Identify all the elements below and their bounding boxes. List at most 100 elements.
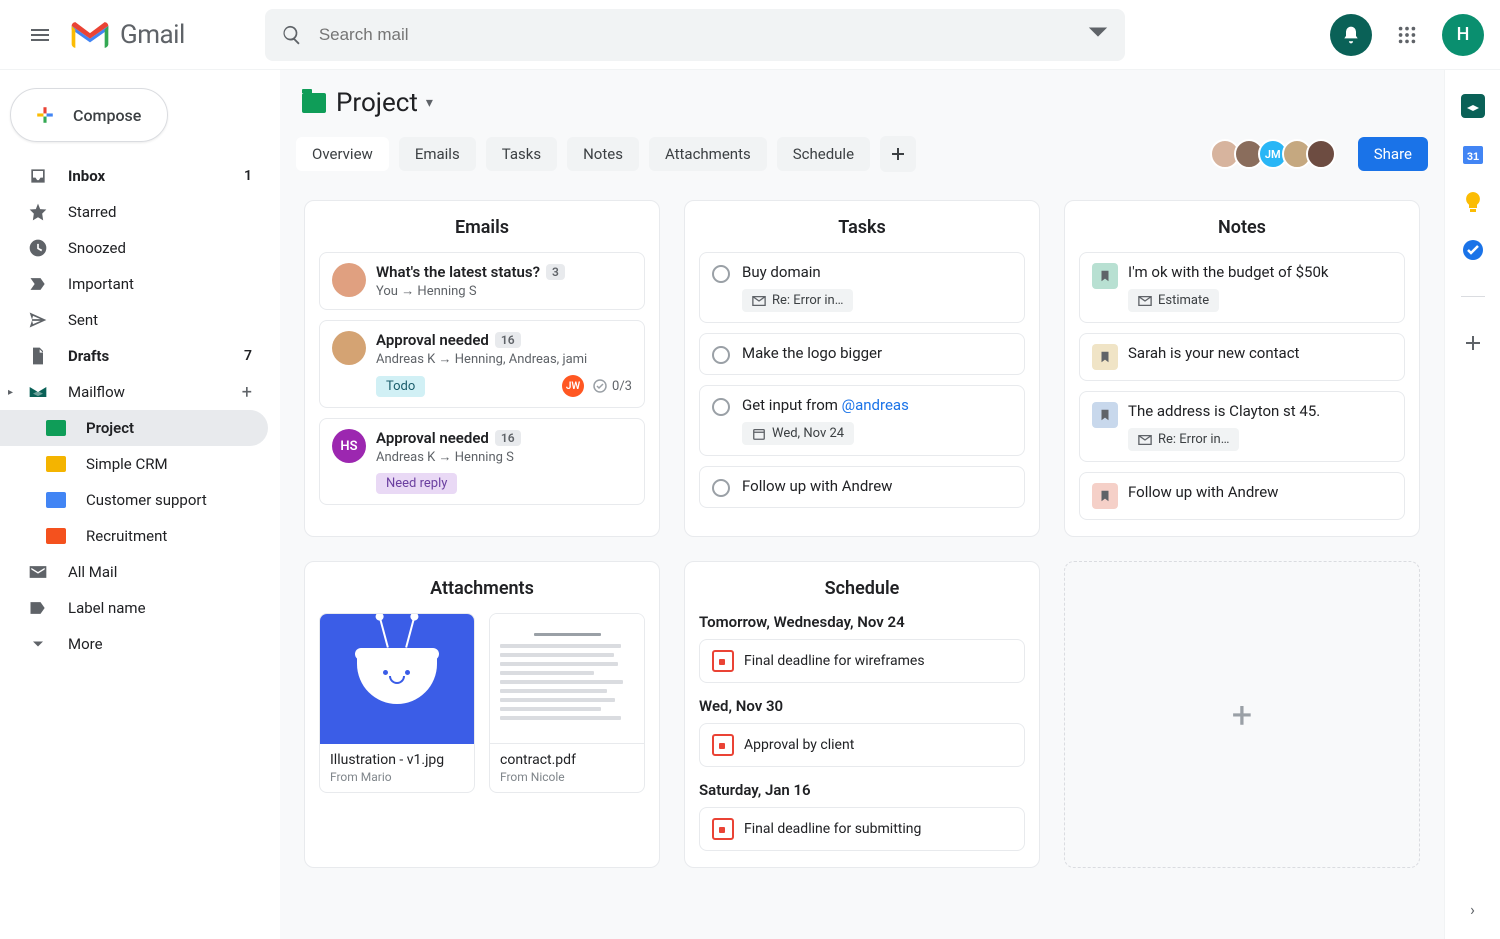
attachment-item[interactable]: Illustration - v1.jpg From Mario xyxy=(319,613,475,793)
checkbox[interactable] xyxy=(712,479,730,497)
schedule-item[interactable]: Approval by client xyxy=(699,723,1025,767)
tabs: Overview Emails Tasks Notes Attachments … xyxy=(296,136,1428,172)
share-button[interactable]: Share xyxy=(1358,137,1428,171)
account-avatar[interactable]: H xyxy=(1442,14,1484,56)
star-icon xyxy=(28,202,50,222)
send-icon xyxy=(28,310,50,330)
plus-icon xyxy=(31,101,59,129)
attachment-item[interactable]: contract.pdf From Nicole xyxy=(489,613,645,793)
calendar-rail-icon[interactable]: 31 xyxy=(1461,142,1485,166)
sidebar-item-drafts[interactable]: Drafts7 xyxy=(0,338,268,374)
sidebar-item-important[interactable]: Important xyxy=(0,266,268,302)
avatar xyxy=(332,263,366,297)
avatar xyxy=(332,331,366,365)
tab-overview[interactable]: Overview xyxy=(296,137,389,171)
sidebar-item-recruitment[interactable]: Recruitment xyxy=(0,518,268,554)
checkbox[interactable] xyxy=(712,265,730,283)
calendar-icon xyxy=(712,734,734,756)
chevron-down-icon[interactable]: ▾ xyxy=(426,95,433,111)
note-item[interactable]: The address is Clayton st 45. Re: Error … xyxy=(1079,391,1405,462)
email-item[interactable]: What's the latest status?3 You → Henning… xyxy=(319,252,645,310)
sidebar-item-sent[interactable]: Sent xyxy=(0,302,268,338)
caret-right-icon[interactable]: ▸ xyxy=(8,387,13,398)
note-item[interactable]: I'm ok with the budget of $50k Estimate xyxy=(1079,252,1405,323)
schedule-item[interactable]: Final deadline for wireframes xyxy=(699,639,1025,683)
sidebar-item-snoozed[interactable]: Snoozed xyxy=(0,230,268,266)
page-title: Project xyxy=(336,88,418,118)
mail-icon xyxy=(28,562,50,582)
bookmark-icon xyxy=(1092,483,1118,509)
tab-attachments[interactable]: Attachments xyxy=(649,137,767,171)
chevron-down-icon[interactable] xyxy=(1087,22,1109,48)
search-bar[interactable] xyxy=(265,9,1125,61)
note-item[interactable]: Sarah is your new contact xyxy=(1079,333,1405,381)
folder-icon xyxy=(302,93,326,113)
sidebar-item-inbox[interactable]: Inbox 1 xyxy=(0,158,268,194)
add-tab-button[interactable] xyxy=(880,136,916,172)
task-item[interactable]: Make the logo bigger xyxy=(699,333,1025,375)
attachments-card: Attachments xyxy=(304,561,660,868)
tab-emails[interactable]: Emails xyxy=(399,137,476,171)
side-panel: 31 › xyxy=(1444,70,1500,939)
tasks-card: Tasks Buy domain Re: Error in… Make the … xyxy=(684,200,1040,537)
collaborators[interactable]: JM xyxy=(1216,139,1336,169)
progress-count: 0/3 xyxy=(592,378,632,394)
sidebar-item-project[interactable]: Project xyxy=(0,410,268,446)
email-item[interactable]: HS Approval needed16 Andreas K → Henning… xyxy=(319,418,645,505)
compose-button[interactable]: Compose xyxy=(10,88,168,142)
sidebar-item-customer-support[interactable]: Customer support xyxy=(0,482,268,518)
task-item[interactable]: Get input from @andreas Wed, Nov 24 xyxy=(699,385,1025,456)
keep-rail-icon[interactable] xyxy=(1461,190,1485,214)
chevron-right-icon[interactable]: › xyxy=(1470,900,1475,919)
schedule-item[interactable]: Final deadline for submitting xyxy=(699,807,1025,851)
mailflow-rail-icon[interactable] xyxy=(1461,94,1485,118)
sidebar: Compose Inbox 1 Starred Snoozed Importan… xyxy=(0,70,280,939)
gmail-logo[interactable]: Gmail xyxy=(68,13,185,57)
sidebar-item-more[interactable]: More xyxy=(0,626,268,662)
chip-need-reply: Need reply xyxy=(376,473,457,494)
date-pill[interactable]: Wed, Nov 24 xyxy=(742,422,854,445)
sidebar-item-all-mail[interactable]: All Mail xyxy=(0,554,268,590)
tasks-rail-icon[interactable] xyxy=(1461,238,1485,262)
label-icon xyxy=(28,598,50,618)
sidebar-item-mailflow[interactable]: ▸ Mailflow + xyxy=(0,374,268,410)
plus-icon: + xyxy=(1232,694,1252,736)
page-title-row[interactable]: Project ▾ xyxy=(296,88,1428,118)
linked-pill[interactable]: Re: Error in… xyxy=(1128,428,1239,451)
top-bar: Gmail H xyxy=(0,0,1500,70)
checkbox[interactable] xyxy=(712,346,730,364)
image-thumbnail xyxy=(320,614,474,744)
add-icon[interactable]: + xyxy=(242,382,252,403)
checkbox[interactable] xyxy=(712,398,730,416)
sidebar-item-starred[interactable]: Starred xyxy=(0,194,268,230)
tab-notes[interactable]: Notes xyxy=(567,137,639,171)
add-card-button[interactable]: + xyxy=(1064,561,1420,868)
avatar: JW xyxy=(562,375,584,397)
chip-todo: Todo xyxy=(376,376,425,397)
mention[interactable]: @andreas xyxy=(842,396,909,414)
bookmark-icon xyxy=(1092,402,1118,428)
app-name: Gmail xyxy=(120,20,185,50)
task-item[interactable]: Buy domain Re: Error in… xyxy=(699,252,1025,323)
sidebar-item-label-name[interactable]: Label name xyxy=(0,590,268,626)
card-title: Notes xyxy=(1079,217,1405,238)
linked-email-pill[interactable]: Re: Error in… xyxy=(742,289,853,312)
tab-schedule[interactable]: Schedule xyxy=(777,137,870,171)
note-item[interactable]: Follow up with Andrew xyxy=(1079,472,1405,520)
linked-pill[interactable]: Estimate xyxy=(1128,289,1219,312)
sidebar-item-simple-crm[interactable]: Simple CRM xyxy=(0,446,268,482)
folder-icon xyxy=(46,420,68,436)
apps-grid-icon[interactable] xyxy=(1386,14,1428,56)
file-icon xyxy=(28,346,50,366)
search-input[interactable] xyxy=(319,25,1087,45)
menu-icon[interactable] xyxy=(16,11,64,59)
inbox-icon xyxy=(28,166,50,186)
add-rail-icon[interactable] xyxy=(1461,331,1485,355)
task-item[interactable]: Follow up with Andrew xyxy=(699,466,1025,508)
avatar[interactable] xyxy=(1306,139,1336,169)
calendar-icon xyxy=(712,818,734,840)
notifications-icon[interactable] xyxy=(1330,14,1372,56)
tab-tasks[interactable]: Tasks xyxy=(486,137,557,171)
email-item[interactable]: Approval needed16 Andreas K → Henning, A… xyxy=(319,320,645,408)
folder-icon xyxy=(46,528,68,544)
